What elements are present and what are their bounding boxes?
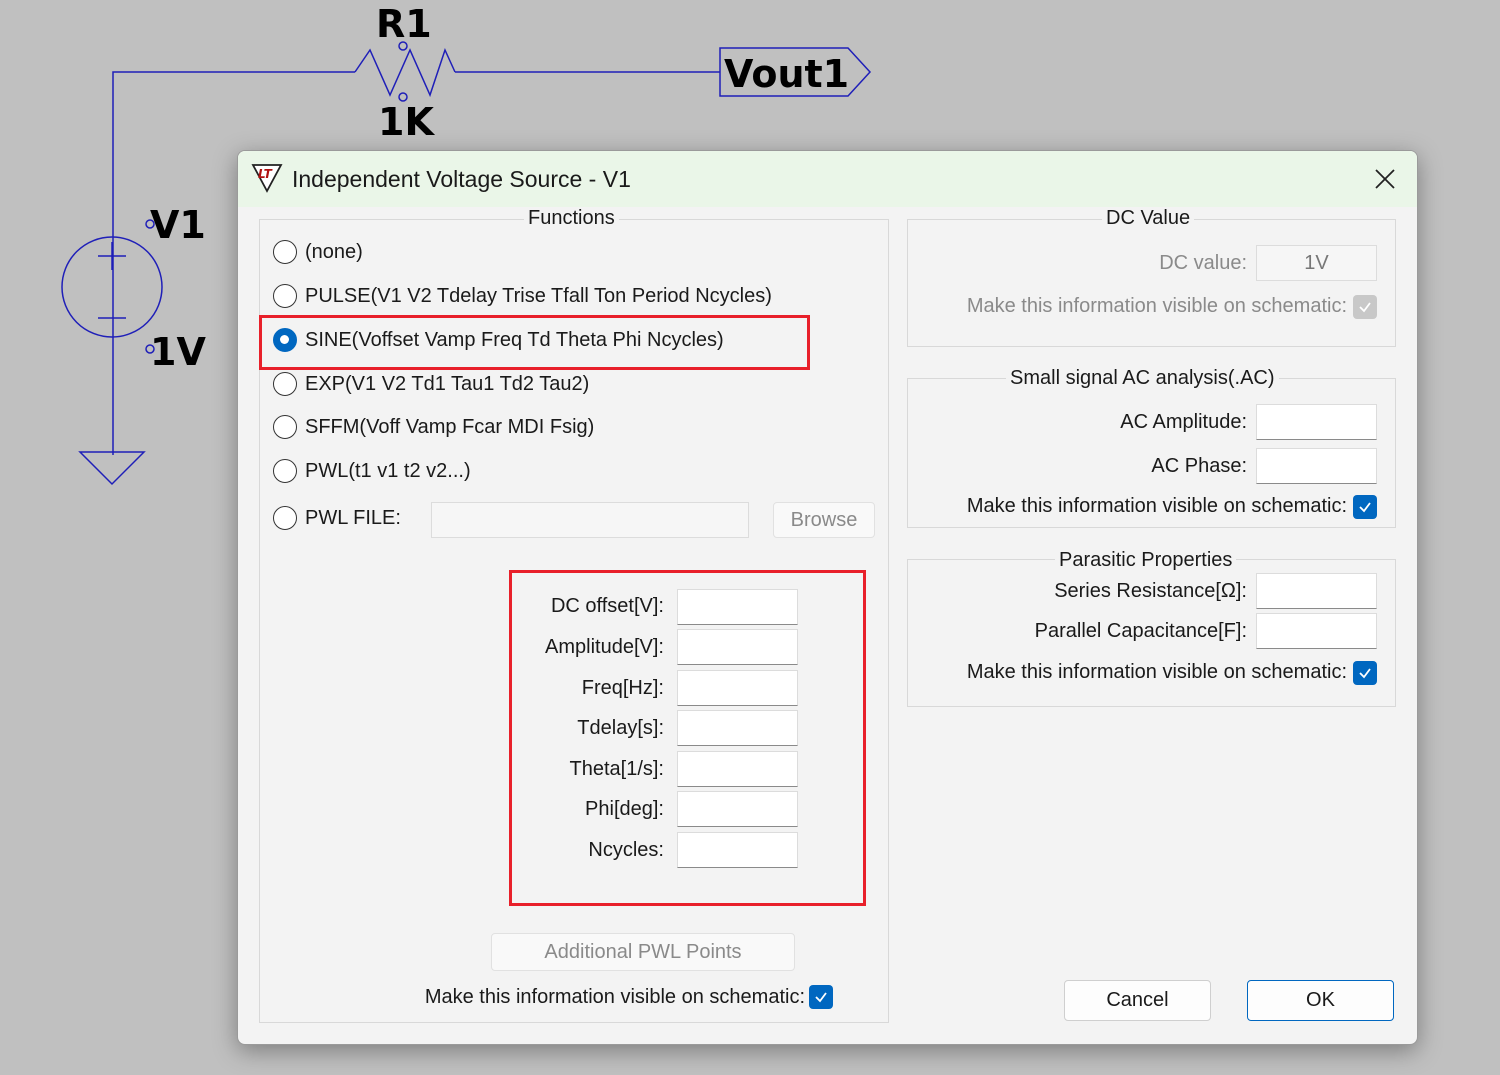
radio-button[interactable] xyxy=(273,372,297,396)
dc-value-group xyxy=(907,219,1396,347)
param-label: Tdelay[s]: xyxy=(577,717,664,739)
dc-value-label: DC value: xyxy=(1159,252,1247,274)
pwl-file-input[interactable] xyxy=(431,502,749,538)
series-resistance-label: Series Resistance[Ω]: xyxy=(1054,580,1247,602)
resistor-value[interactable]: 1K xyxy=(378,100,434,144)
radio-label: SFFM(Voff Vamp Fcar MDI Fsig) xyxy=(305,415,595,438)
dc-value-input[interactable]: 1V xyxy=(1256,245,1377,281)
radio-label: PWL(t1 v1 t2 v2...) xyxy=(305,459,471,482)
radio-button[interactable] xyxy=(273,240,297,264)
ltspice-logo-icon: LT xyxy=(251,164,283,193)
dc-value-group-title: DC Value xyxy=(1102,207,1195,230)
radio-sffm[interactable]: SFFM(Voff Vamp Fcar MDI Fsig) xyxy=(273,412,594,442)
phi-input[interactable] xyxy=(677,791,798,827)
source-ref[interactable]: V1 xyxy=(150,203,206,247)
radio-exp[interactable]: EXP(V1 V2 Td1 Tau1 Td2 Tau2) xyxy=(273,369,589,399)
dc-offset-input[interactable] xyxy=(677,589,798,625)
check-icon xyxy=(1359,668,1371,679)
tdelay-input[interactable] xyxy=(677,710,798,746)
close-icon xyxy=(1375,169,1395,189)
functions-visible-checkbox[interactable] xyxy=(809,985,833,1009)
parallel-capacitance-input[interactable] xyxy=(1256,613,1377,649)
theta-input[interactable] xyxy=(677,751,798,787)
amplitude-input[interactable] xyxy=(677,629,798,665)
radio-pwl[interactable]: PWL(t1 v1 t2 v2...) xyxy=(273,456,471,486)
browse-button[interactable]: Browse xyxy=(773,502,875,538)
check-icon xyxy=(1359,302,1371,313)
ac-phase-input[interactable] xyxy=(1256,448,1377,484)
param-label: Amplitude[V]: xyxy=(545,636,664,658)
dc-visible-label: Make this information visible on schemat… xyxy=(966,295,1347,317)
parasitic-visible-checkbox[interactable] xyxy=(1353,661,1377,685)
radio-pulse[interactable]: PULSE(V1 V2 Tdelay Trise Tfall Ton Perio… xyxy=(273,281,772,311)
net-label-vout1[interactable]: Vout1 xyxy=(724,52,849,96)
dc-visible-checkbox[interactable] xyxy=(1353,295,1377,319)
check-icon xyxy=(815,992,827,1003)
radio-sine[interactable]: SINE(Voffset Vamp Freq Td Theta Phi Ncyc… xyxy=(273,325,724,355)
param-label: Phi[deg]: xyxy=(585,798,664,820)
radio-pwl-file[interactable]: PWL FILE: xyxy=(273,503,401,533)
resistor-ref[interactable]: R1 xyxy=(376,2,432,46)
parasitic-visible-label: Make this information visible on schemat… xyxy=(966,661,1347,683)
radio-label: EXP(V1 V2 Td1 Tau1 Td2 Tau2) xyxy=(305,372,590,395)
ok-button[interactable]: OK xyxy=(1247,980,1394,1021)
dialog-title: Independent Voltage Source - V1 xyxy=(292,166,631,192)
param-label: DC offset[V]: xyxy=(550,595,664,617)
source-value[interactable]: 1V xyxy=(150,330,206,374)
ac-amplitude-label: AC Amplitude: xyxy=(1120,411,1247,433)
series-resistance-input[interactable] xyxy=(1256,573,1377,609)
additional-pwl-points-button[interactable]: Additional PWL Points xyxy=(491,933,795,971)
functions-visible-label: Make this information visible on schemat… xyxy=(424,986,805,1008)
resistor-symbol xyxy=(354,47,456,98)
radio-label: (none) xyxy=(305,240,363,263)
radio-button[interactable] xyxy=(273,459,297,483)
param-label: Theta[1/s]: xyxy=(569,758,665,780)
radio-button[interactable] xyxy=(273,506,297,530)
param-label: Ncycles: xyxy=(588,839,664,861)
ncycles-input[interactable] xyxy=(677,832,798,868)
radio-button-selected[interactable] xyxy=(273,328,297,352)
check-icon xyxy=(1359,502,1371,513)
ac-visible-checkbox[interactable] xyxy=(1353,495,1377,519)
cancel-button[interactable]: Cancel xyxy=(1064,980,1211,1021)
parasitic-group-title: Parasitic Properties xyxy=(1055,549,1237,572)
title-bar[interactable]: LT Independent Voltage Source - V1 xyxy=(238,151,1417,207)
radio-label: PWL FILE: xyxy=(305,506,401,529)
functions-group-title: Functions xyxy=(524,207,619,230)
radio-label: PULSE(V1 V2 Tdelay Trise Tfall Ton Perio… xyxy=(305,284,772,307)
ac-phase-label: AC Phase: xyxy=(1151,455,1247,477)
svg-text:LT: LT xyxy=(258,167,273,181)
voltage-source-dialog: LT Independent Voltage Source - V1 Funct… xyxy=(237,150,1418,1045)
radio-button[interactable] xyxy=(273,284,297,308)
param-label: Freq[Hz]: xyxy=(581,677,664,699)
ac-analysis-group-title: Small signal AC analysis(.AC) xyxy=(1006,367,1279,390)
close-button[interactable] xyxy=(1365,159,1405,199)
radio-button[interactable] xyxy=(273,415,297,439)
ac-visible-label: Make this information visible on schemat… xyxy=(966,495,1347,517)
radio-label: SINE(Voffset Vamp Freq Td Theta Phi Ncyc… xyxy=(305,328,724,351)
radio-none[interactable]: (none) xyxy=(273,237,363,267)
ac-amplitude-input[interactable] xyxy=(1256,404,1377,440)
ground-symbol xyxy=(78,451,146,486)
freq-input[interactable] xyxy=(677,670,798,706)
parallel-capacitance-label: Parallel Capacitance[F]: xyxy=(1034,620,1247,642)
